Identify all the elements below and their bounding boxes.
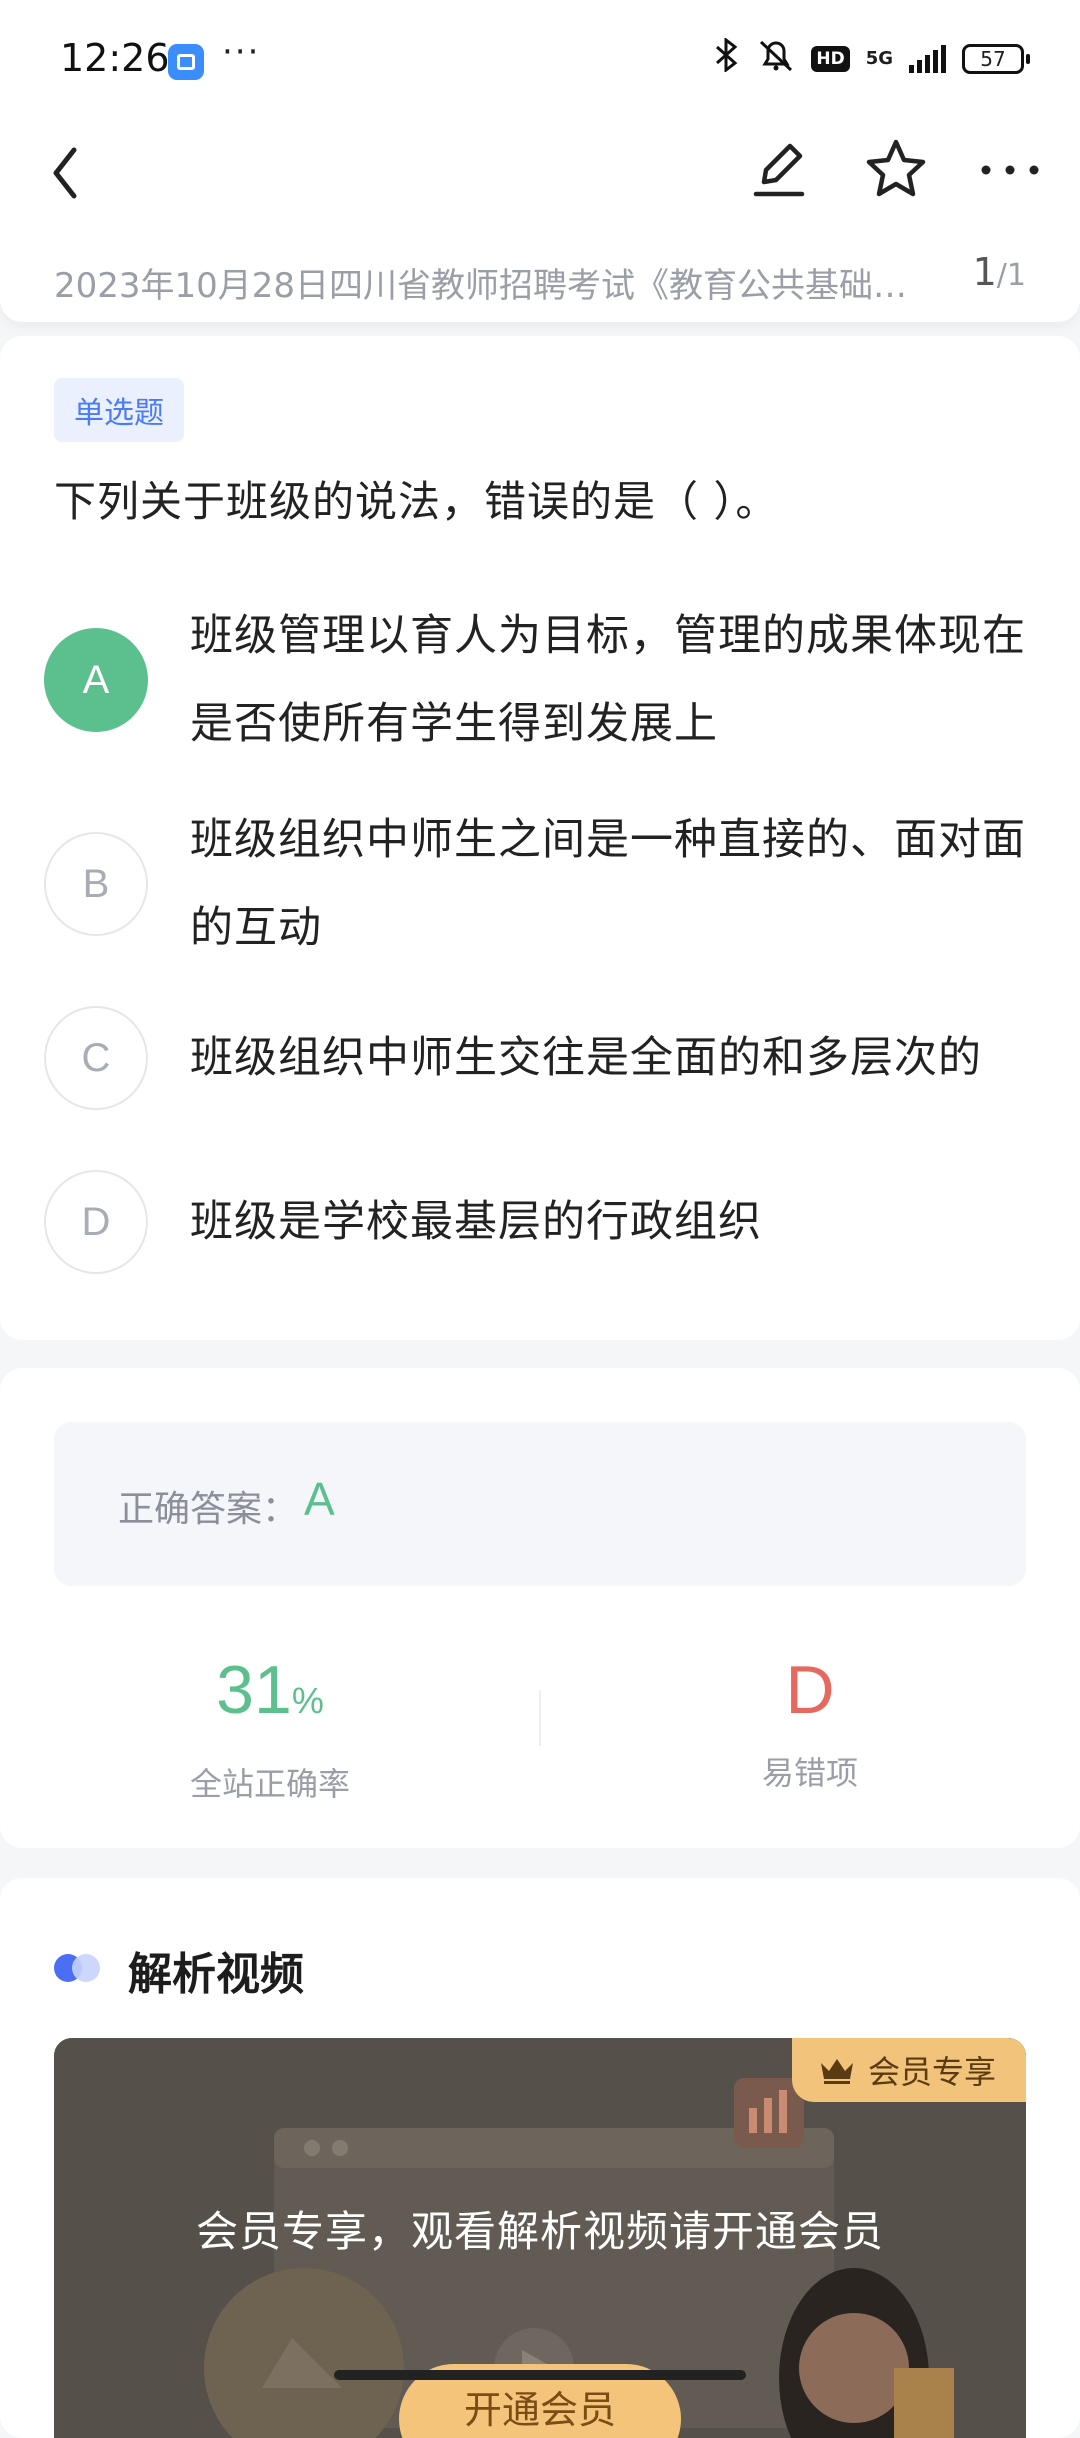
option-d-letter: D (44, 1170, 148, 1274)
edit-note-button[interactable] (742, 130, 822, 210)
signal-icon (909, 45, 946, 73)
page-current: 1 (972, 250, 997, 294)
status-bar: 12:26 ··· HD 5G 57 (0, 0, 1080, 120)
star-icon (866, 139, 926, 197)
accuracy-value: 31 (216, 1652, 292, 1728)
top-nav-bar (0, 120, 1080, 230)
battery-icon: 57 (962, 44, 1030, 74)
vip-prompt-message: 会员专享，观看解析视频请开通会员 (195, 2207, 884, 2256)
question-stem: 下列关于班级的说法，错误的是（ ）。 (54, 477, 779, 526)
accuracy-caption: 全站正确率 (189, 1765, 350, 1803)
more-button[interactable] (970, 130, 1050, 210)
page-total: /1 (996, 258, 1026, 293)
option-c[interactable]: C 班级组织中师生交往是全面的和多层次的 (0, 1006, 1080, 1110)
accuracy-stat: 31% 全站正确率 (0, 1650, 540, 1805)
crown-icon (820, 2059, 853, 2084)
section-dot-icon (54, 1954, 102, 1982)
more-notifications-icon: ··· (222, 32, 261, 72)
chevron-left-icon (53, 147, 77, 199)
hd-voice-icon: HD (811, 46, 850, 72)
exam-title-strip: 2023年10月28日四川省教师招聘考试《教育公共基础… 1/1 (0, 230, 1080, 322)
error-prone-value: D (785, 1652, 835, 1728)
video-section-title: 解析视频 (128, 1949, 304, 2000)
network-type: 5G (865, 48, 893, 69)
vip-exclusive-badge: 会员专享 (791, 2038, 1026, 2102)
accuracy-unit: % (291, 1680, 324, 1721)
analysis-video-card: 解析视频 会员专享 会员专享，观看解析视频请开通会员 开通会员 (0, 1878, 1080, 2438)
option-b[interactable]: B 班级组织中师生之间是一种直接的、面对面的互动 (0, 796, 1080, 976)
vip-tag-label: 会员专享 (867, 2053, 996, 2091)
status-time: 12:26 (60, 36, 170, 80)
home-indicator[interactable] (334, 2370, 746, 2380)
correct-answer-box: 正确答案： A (54, 1422, 1026, 1586)
option-c-text: 班级组织中师生交往是全面的和多层次的 (190, 1033, 982, 1083)
favorite-button[interactable] (856, 130, 936, 210)
error-prone-caption: 易错项 (761, 1754, 858, 1792)
option-d[interactable]: D 班级是学校最基层的行政组织 (0, 1170, 1080, 1274)
app-notification-icon (168, 44, 204, 80)
option-a[interactable]: A 班级管理以育人为目标，管理的成果体现在是否使所有学生得到发展上 (0, 592, 1080, 772)
battery-level: 57 (980, 47, 1006, 71)
correct-answer-label: 正确答案： (118, 1489, 299, 1530)
option-d-text: 班级是学校最基层的行政组织 (190, 1197, 762, 1247)
correct-answer-value: A (304, 1473, 335, 1525)
option-a-text: 班级管理以育人为目标，管理的成果体现在是否使所有学生得到发展上 (190, 611, 1026, 749)
option-a-letter: A (44, 628, 148, 732)
error-prone-stat: D 易错项 (540, 1650, 1080, 1794)
option-c-letter: C (44, 1006, 148, 1110)
question-type-tag: 单选题 (54, 378, 184, 442)
question-card: 单选题 下列关于班级的说法，错误的是（ ）。 A 班级管理以育人为目标，管理的成… (0, 336, 1080, 1340)
more-horizontal-icon (981, 165, 1039, 175)
status-icons: HD 5G 57 (713, 36, 1030, 80)
back-button[interactable] (46, 138, 116, 208)
mute-bell-icon (757, 38, 795, 80)
exam-title[interactable]: 2023年10月28日四川省教师招聘考试《教育公共基础… (54, 258, 934, 307)
answer-card: 正确答案： A 31% 全站正确率 D 易错项 (0, 1368, 1080, 1848)
option-b-letter: B (44, 832, 148, 936)
bluetooth-icon (713, 36, 741, 80)
option-b-text: 班级组织中师生之间是一种直接的、面对面的互动 (190, 815, 1026, 953)
pencil-icon (753, 143, 805, 197)
page-counter: 1/1 (973, 250, 1026, 294)
